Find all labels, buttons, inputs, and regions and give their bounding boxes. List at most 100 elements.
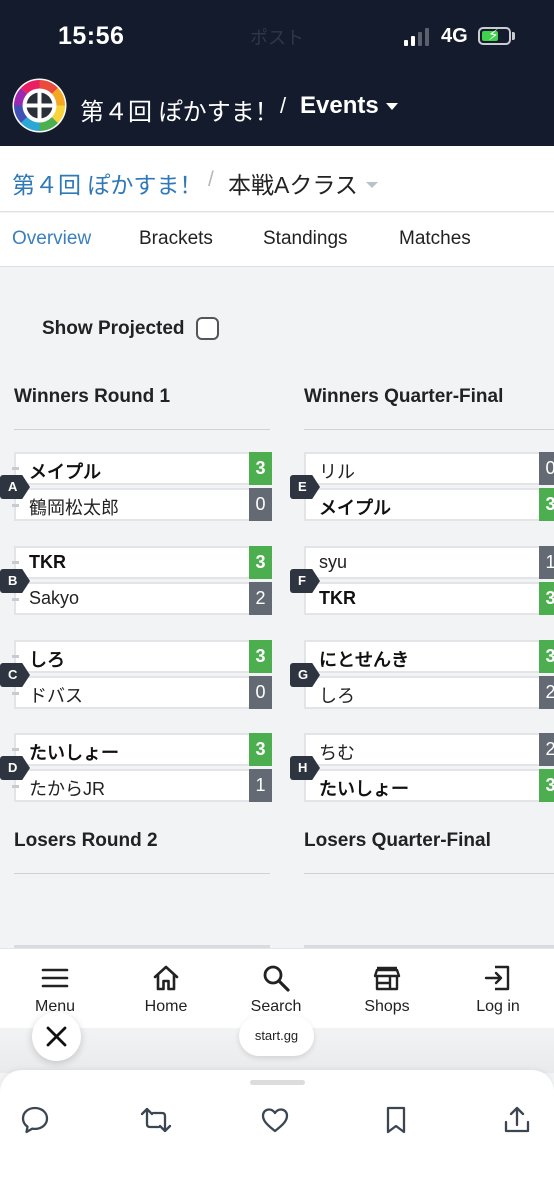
nav-shops-label: Shops <box>364 998 410 1015</box>
tab-brackets[interactable]: Brackets <box>139 228 213 250</box>
player-name: たからJR <box>29 779 105 799</box>
events-dropdown[interactable]: Events <box>300 92 398 120</box>
player-name: リル <box>319 462 355 482</box>
nav-login-label: Log in <box>476 998 520 1015</box>
home-icon <box>153 965 179 991</box>
player-name: Sakyo <box>29 588 80 608</box>
bookmark-icon[interactable] <box>380 1104 412 1136</box>
nav-search-label: Search <box>250 998 302 1015</box>
battery-cap <box>512 32 515 40</box>
player-score: 2 <box>539 733 554 766</box>
login-icon <box>484 965 510 991</box>
player-score: 3 <box>249 452 272 485</box>
event-selector[interactable]: 本戦Aクラス <box>228 166 378 200</box>
player-score: 3 <box>539 769 554 802</box>
menu-icon <box>41 968 69 988</box>
share-icon[interactable] <box>501 1104 533 1136</box>
player-score: 3 <box>249 640 272 673</box>
match-card-a[interactable]: メイプル 3 鶴岡松太郎 0 A <box>0 452 272 522</box>
player-name: しろ <box>319 686 355 706</box>
app-header: 15:56 ポスト 4G ⚡ 第４回 ぽかすま！ / Events <box>0 0 554 146</box>
show-projected-label: Show Projected <box>42 318 185 339</box>
player-score: 3 <box>539 640 554 673</box>
breadcrumb-event-label: 本戦Aクラス <box>228 172 358 198</box>
player-name: メイプル <box>319 498 391 518</box>
match-player-slot[interactable]: メイプル 3 <box>304 488 554 521</box>
browser-url-pill[interactable]: start.gg <box>239 1016 314 1056</box>
header-tournament-title[interactable]: 第４回 ぽかすま！ <box>80 92 279 127</box>
round-title-losers-qf: Losers Quarter-Final <box>304 830 491 851</box>
player-name: しろ <box>29 650 65 670</box>
tournament-logo-icon[interactable] <box>12 78 67 133</box>
player-name: ちむ <box>319 743 355 763</box>
player-score: 3 <box>249 546 272 579</box>
nav-search[interactable]: Search <box>231 963 321 1016</box>
match-player-slot[interactable]: ちむ 2 <box>304 733 554 766</box>
match-player-slot[interactable]: TKR 3 <box>304 582 554 615</box>
close-browser-button[interactable] <box>32 1012 81 1061</box>
faded-page-title: ポスト <box>250 28 304 48</box>
tab-matches[interactable]: Matches <box>399 228 471 250</box>
connector-dots <box>12 561 18 564</box>
reply-icon[interactable] <box>19 1104 51 1136</box>
sheet-grabber[interactable] <box>250 1080 305 1085</box>
like-icon[interactable] <box>259 1104 291 1136</box>
match-player-slot[interactable]: たいしょー 3 <box>304 769 554 802</box>
match-card-b[interactable]: TKR 3 Sakyo 2 B <box>0 546 272 616</box>
match-player-slot[interactable]: にとせんき 3 <box>304 640 554 673</box>
chevron-down-icon <box>365 181 378 188</box>
round-divider <box>14 873 270 874</box>
match-card-g[interactable]: にとせんき 3 しろ 2 G <box>290 640 554 710</box>
breadcrumb-tournament-link[interactable]: 第４回 ぽかすま！ <box>12 166 202 200</box>
player-score: 3 <box>249 733 272 766</box>
match-player-slot[interactable]: たからJR 1 <box>14 769 272 802</box>
match-player-slot[interactable]: 鶴岡松太郎 0 <box>14 488 272 521</box>
match-player-slot[interactable]: ドバス 0 <box>14 676 272 709</box>
match-player-slot[interactable]: たいしょー 3 <box>14 733 272 766</box>
match-card-f[interactable]: syu 1 TKR 3 F <box>290 546 554 616</box>
search-icon <box>263 965 290 992</box>
round-title-winners-qf: Winners Quarter-Final <box>304 386 504 407</box>
nav-login[interactable]: Log in <box>453 963 543 1016</box>
nav-menu[interactable]: Menu <box>10 963 100 1016</box>
connector-dots <box>12 467 18 470</box>
round-title-losers-r2: Losers Round 2 <box>14 830 158 851</box>
match-player-slot[interactable]: syu 1 <box>304 546 554 579</box>
match-card-c[interactable]: しろ 3 ドバス 0 C <box>0 640 272 710</box>
match-player-slot[interactable]: TKR 3 <box>14 546 272 579</box>
round-divider <box>14 429 270 430</box>
connector-dots <box>12 692 18 695</box>
player-score: 3 <box>539 488 554 521</box>
match-card-d[interactable]: たいしょー 3 たからJR 1 D <box>0 733 272 803</box>
tab-standings[interactable]: Standings <box>263 228 348 250</box>
breadcrumb-separator: / <box>208 168 214 191</box>
tab-overview[interactable]: Overview <box>12 228 91 250</box>
shop-icon <box>373 966 401 991</box>
match-player-slot[interactable]: リル 0 <box>304 452 554 485</box>
match-card-h[interactable]: ちむ 2 たいしょー 3 H <box>290 733 554 803</box>
connector-dots <box>12 598 18 601</box>
show-projected-checkbox[interactable] <box>196 317 219 340</box>
player-score: 0 <box>249 488 272 521</box>
bracket-overview: Show Projected Winners Round 1 Winners Q… <box>0 268 554 948</box>
match-player-slot[interactable]: しろ 3 <box>14 640 272 673</box>
nav-shops[interactable]: Shops <box>342 963 432 1016</box>
match-player-slot[interactable]: メイプル 3 <box>14 452 272 485</box>
signal-icon <box>404 28 429 46</box>
player-name: たいしょー <box>29 743 119 763</box>
player-name: たいしょー <box>319 779 409 799</box>
status-time: 15:56 <box>58 22 125 50</box>
match-player-slot[interactable]: しろ 2 <box>304 676 554 709</box>
nav-home[interactable]: Home <box>121 963 211 1016</box>
match-player-slot[interactable]: Sakyo 2 <box>14 582 272 615</box>
player-name: にとせんき <box>319 650 409 670</box>
header-separator: / <box>280 93 287 118</box>
match-card-e[interactable]: リル 0 メイプル 3 E <box>290 452 554 522</box>
player-score: 1 <box>249 769 272 802</box>
event-tabs: Overview Brackets Standings Matches <box>0 213 554 267</box>
player-name: 鶴岡松太郎 <box>29 498 119 518</box>
player-score: 1 <box>539 546 554 579</box>
repost-icon[interactable] <box>139 1104 173 1136</box>
connector-dots <box>12 748 18 751</box>
player-score: 0 <box>539 452 554 485</box>
